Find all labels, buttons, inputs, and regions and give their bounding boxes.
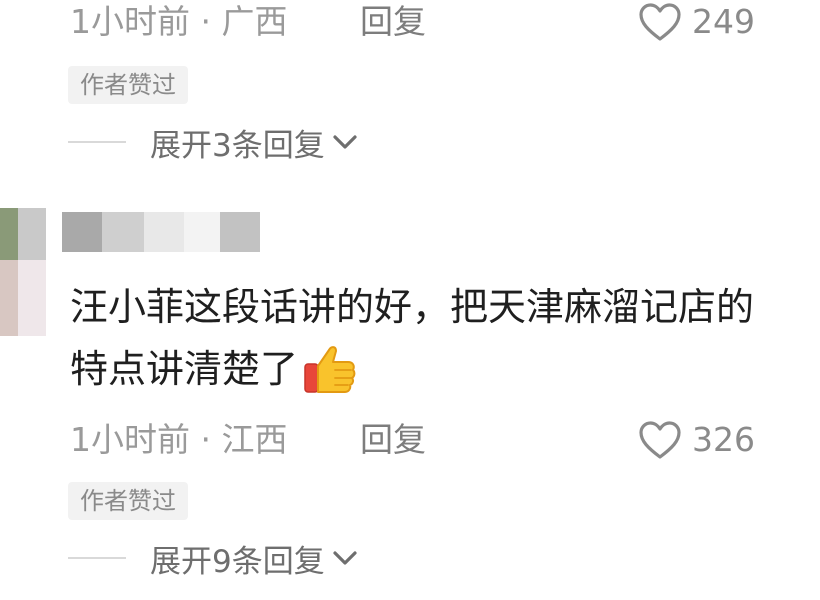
comment-text: 汪小菲这段话讲的好，把天津麻溜记店的 特点讲清楚了 xyxy=(70,276,820,400)
comment-meta-row: 1小时前 · 广西 回复 249 xyxy=(70,2,820,42)
like-count: 326 xyxy=(692,420,755,459)
author-liked-badge: 作者赞过 xyxy=(68,482,188,520)
reply-button[interactable]: 回复 xyxy=(360,420,426,460)
divider-line xyxy=(68,141,126,143)
comment-text-line: 特点讲清楚了 xyxy=(70,347,299,391)
expand-replies-label: 展开9条回复 xyxy=(150,543,325,580)
comment-time-location: 1小时前 · 广西 xyxy=(70,2,288,41)
heart-icon xyxy=(639,3,681,41)
avatar[interactable] xyxy=(0,208,50,336)
chevron-down-icon xyxy=(333,135,357,149)
expand-replies-button[interactable]: 展开3条回复 xyxy=(68,120,359,164)
expand-replies-button[interactable]: 展开9条回复 xyxy=(68,536,359,580)
divider-line xyxy=(68,557,126,559)
author-liked-badge: 作者赞过 xyxy=(68,66,188,104)
comment-meta-row: 1小时前 · 江西 回复 326 xyxy=(70,420,820,460)
comment-time-location: 1小时前 · 江西 xyxy=(70,420,288,459)
chevron-down-icon xyxy=(333,551,357,565)
like-button[interactable]: 326 xyxy=(638,420,755,460)
expand-replies-label: 展开3条回复 xyxy=(150,127,325,164)
comment-list: 1小时前 · 广西 回复 249 作者赞过 展开3条回复 汪小菲这段话讲的好，把… xyxy=(0,0,820,600)
like-count: 249 xyxy=(692,2,755,41)
like-button[interactable]: 249 xyxy=(638,2,755,42)
heart-icon xyxy=(639,421,681,459)
comment-text-line: 汪小菲这段话讲的好，把天津麻溜记店的 xyxy=(70,285,755,329)
username-blurred[interactable] xyxy=(62,212,272,252)
reply-button[interactable]: 回复 xyxy=(360,2,426,42)
thumbs-up-emoji-icon xyxy=(304,346,356,393)
